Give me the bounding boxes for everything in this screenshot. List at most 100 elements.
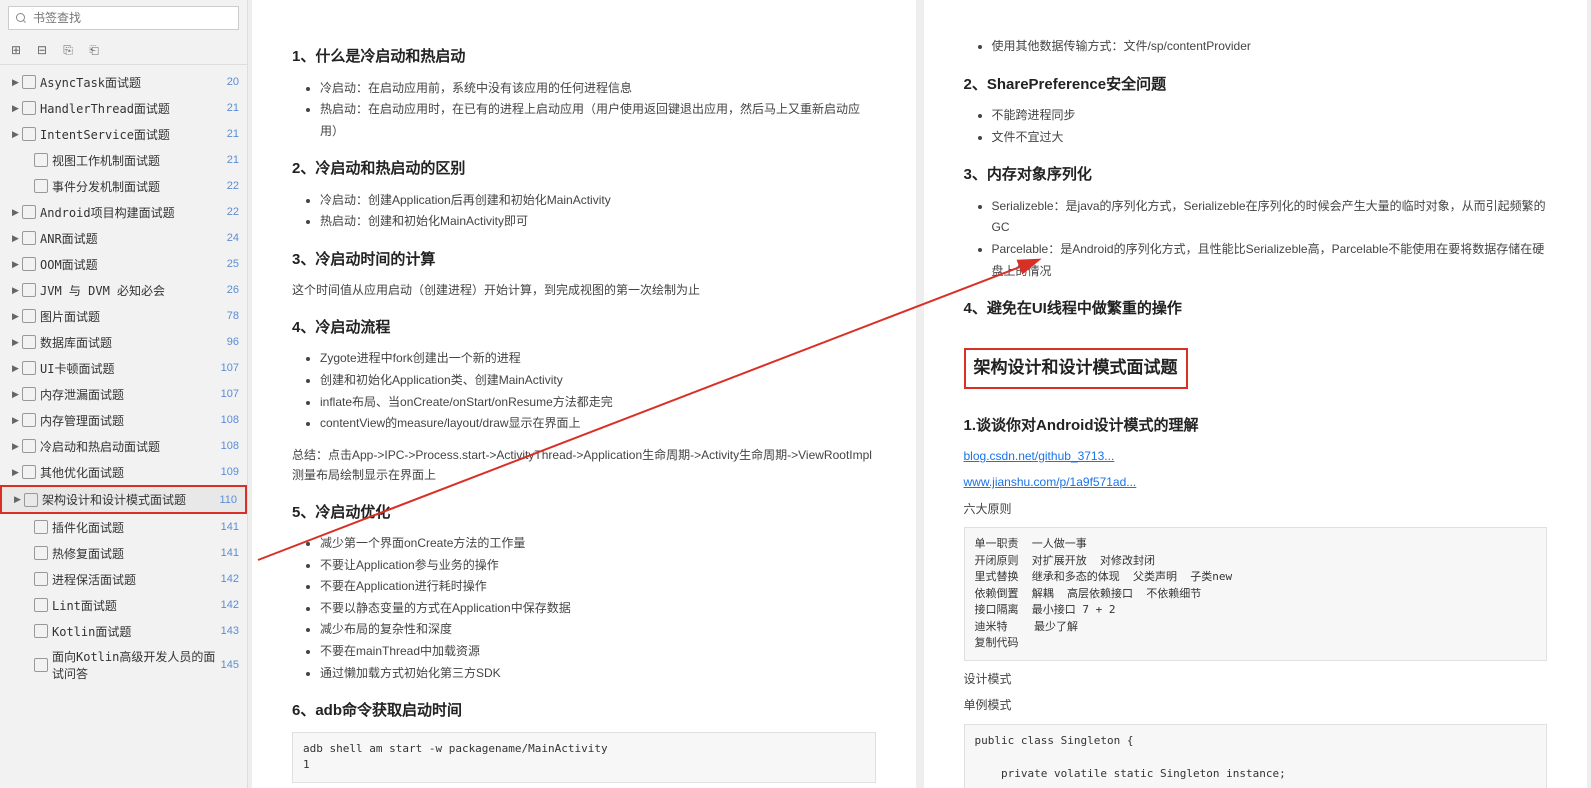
- sidebar-item-label: HandlerThread面试题: [40, 100, 223, 117]
- sidebar-item[interactable]: ▶ OOM面试题 25: [0, 251, 247, 277]
- sidebar-item-label: 内存管理面试题: [40, 412, 217, 429]
- sidebar-item-count: 21: [227, 154, 239, 166]
- sidebar-item[interactable]: ▶JVM 与 DVM 必知必会26: [0, 277, 247, 303]
- sidebar-item[interactable]: ▶ANR面试题24: [0, 225, 247, 251]
- sidebar-item[interactable]: 进程保活面试题142: [0, 566, 247, 592]
- bookmark-page-icon: [22, 127, 36, 141]
- bookmark-page-icon: [24, 493, 38, 507]
- sidebar-item[interactable]: 面向Kotlin高级开发人员的面试问答145: [0, 644, 247, 686]
- expand-all-icon[interactable]: ⊞: [8, 42, 24, 58]
- sidebar-item-count: 22: [227, 180, 239, 192]
- sidebar-item-count: 143: [221, 625, 239, 637]
- list-item: 热启动：在启动应用时，在已有的进程上启动应用（用户使用返回键退出应用，然后马上又…: [320, 99, 876, 142]
- list-item: 不要在Application进行耗时操作: [320, 576, 876, 598]
- bookmark-tree: ▶AsyncTask面试题20▶HandlerThread面试题21▶Inten…: [0, 65, 247, 788]
- bookmark-page-icon: [22, 257, 36, 271]
- sidebar-item[interactable]: Lint面试题142: [0, 592, 247, 618]
- sidebar-item[interactable]: ▶内存管理面试题108: [0, 407, 247, 433]
- section-heading: 1.谈谈你对Android设计模式的理解: [964, 413, 1548, 439]
- tree-arrow-icon: ▶: [12, 129, 22, 140]
- section-heading: 4、冷启动流程: [292, 315, 876, 341]
- sidebar: ⊞ ⊟ ⎘ ⎗ ▶AsyncTask面试题20 ▶ HandlerThread面试题…: [0, 0, 248, 788]
- sidebar-item[interactable]: 事件分发机制面试题22: [0, 173, 247, 199]
- paragraph: 单例模式: [964, 695, 1548, 715]
- bookmark-page-icon: [34, 546, 48, 560]
- sidebar-item-label: 其他优化面试题: [40, 464, 217, 481]
- sidebar-item-count: 21: [227, 128, 239, 140]
- paragraph: 总结：点击App->IPC->Process.start->ActivityTh…: [292, 445, 876, 486]
- sidebar-item[interactable]: 热修复面试题141: [0, 540, 247, 566]
- list-item: 减少第一个界面onCreate方法的工作量: [320, 533, 876, 555]
- section-heading: 4、避免在UI线程中做繁重的操作: [964, 296, 1548, 322]
- bookmark-page-icon: [34, 624, 48, 638]
- doc-page-right: 使用其他数据传输方式：文件/sp/contentProvider 2、Share…: [924, 0, 1588, 788]
- link[interactable]: www.jianshu.com/p/1a9f571ad...: [964, 475, 1137, 489]
- tree-arrow-icon: ▶: [12, 389, 22, 400]
- sidebar-item-label: 内存泄漏面试题: [40, 386, 217, 403]
- sidebar-item-count: 107: [221, 362, 239, 374]
- section-heading: 3、内存对象序列化: [964, 162, 1548, 188]
- sidebar-item-label: 数据库面试题: [40, 334, 223, 351]
- sidebar-item-count: 26: [227, 284, 239, 296]
- sidebar-item-label: Lint面试题: [52, 597, 217, 614]
- content-area: 1、什么是冷启动和热启动 冷启动：在启动应用前，系统中没有该应用的任何进程信息热…: [248, 0, 1591, 788]
- bookmark-page-icon: [22, 413, 36, 427]
- sidebar-item-count: 108: [221, 414, 239, 426]
- sidebar-item[interactable]: Kotlin面试题143: [0, 618, 247, 644]
- bookmark-page-icon: [22, 439, 36, 453]
- tree-arrow-icon: ▶: [12, 467, 22, 478]
- search-box: [0, 0, 247, 36]
- sidebar-item-count: 24: [227, 232, 239, 244]
- section-heading: 6、adb命令获取启动时间: [292, 698, 876, 724]
- bookmark-page-icon: [22, 361, 36, 375]
- tree-arrow-icon: ▶: [12, 259, 22, 270]
- highlighted-title: 架构设计和设计模式面试题: [964, 348, 1188, 389]
- sidebar-item-count: 21: [227, 102, 239, 114]
- list-item: 使用其他数据传输方式：文件/sp/contentProvider: [992, 36, 1548, 58]
- sidebar-item[interactable]: ▶ 数据库面试题 96: [0, 329, 247, 355]
- sidebar-item-label: 热修复面试题: [52, 545, 217, 562]
- section-heading: 5、冷启动优化: [292, 500, 876, 526]
- sidebar-item[interactable]: ▶HandlerThread面试题21: [0, 95, 247, 121]
- sidebar-item[interactable]: 插件化面试题141: [0, 514, 247, 540]
- sidebar-item-count: 109: [221, 466, 239, 478]
- list-item: Parcelable：是Android的序列化方式，且性能比Serializeb…: [992, 239, 1548, 282]
- bookmark-page-icon: [22, 101, 36, 115]
- sidebar-item[interactable]: ▶图片面试题78: [0, 303, 247, 329]
- sidebar-item[interactable]: ▶Android项目构建面试题22: [0, 199, 247, 225]
- sidebar-item[interactable]: ▶ 内存泄漏面试题 107: [0, 381, 247, 407]
- sidebar-item-count: 145: [221, 659, 239, 671]
- bookmark-icon[interactable]: ⎘: [60, 42, 76, 58]
- bookmark-outline-icon[interactable]: ⎗: [86, 42, 102, 58]
- bookmark-page-icon: [22, 283, 36, 297]
- sidebar-item-label: JVM 与 DVM 必知必会: [40, 282, 223, 299]
- sidebar-item-count: 78: [227, 310, 239, 322]
- sidebar-item[interactable]: ▶IntentService面试题21: [0, 121, 247, 147]
- sidebar-item[interactable]: ▶架构设计和设计模式面试题110: [0, 485, 247, 514]
- sidebar-item[interactable]: ▶ 其他优化面试题 109: [0, 459, 247, 485]
- tree-arrow-icon: ▶: [12, 233, 22, 244]
- sidebar-item[interactable]: 视图工作机制面试题21: [0, 147, 247, 173]
- list-item: 不要以静态变量的方式在Application中保存数据: [320, 598, 876, 620]
- search-input[interactable]: [8, 6, 239, 30]
- link[interactable]: blog.csdn.net/github_3713...: [964, 449, 1115, 463]
- bookmark-page-icon: [34, 179, 48, 193]
- sidebar-item-label: 架构设计和设计模式面试题: [42, 491, 215, 508]
- bookmark-page-icon: [34, 572, 48, 586]
- collapse-all-icon[interactable]: ⊟: [34, 42, 50, 58]
- list-item: 冷启动：创建Application后再创建和初始化MainActivity: [320, 190, 876, 212]
- tree-arrow-icon: ▶: [12, 337, 22, 348]
- list-item: 通过懒加载方式初始化第三方SDK: [320, 663, 876, 685]
- sidebar-item[interactable]: ▶冷启动和热启动面试题108: [0, 433, 247, 459]
- code-block: public class Singleton { private volatil…: [964, 724, 1548, 788]
- sidebar-item-count: 96: [227, 336, 239, 348]
- sidebar-item-count: 25: [227, 258, 239, 270]
- sidebar-item-label: 插件化面试题: [52, 519, 217, 536]
- sidebar-item[interactable]: ▶AsyncTask面试题20: [0, 69, 247, 95]
- sidebar-item[interactable]: ▶UI卡顿面试题107: [0, 355, 247, 381]
- bookmark-page-icon: [22, 75, 36, 89]
- section-heading: 1、什么是冷启动和热启动: [292, 44, 876, 70]
- doc-page-left: 1、什么是冷启动和热启动 冷启动：在启动应用前，系统中没有该应用的任何进程信息热…: [252, 0, 916, 788]
- sidebar-item-label: OOM面试题: [40, 256, 223, 273]
- sidebar-item-count: 107: [221, 388, 239, 400]
